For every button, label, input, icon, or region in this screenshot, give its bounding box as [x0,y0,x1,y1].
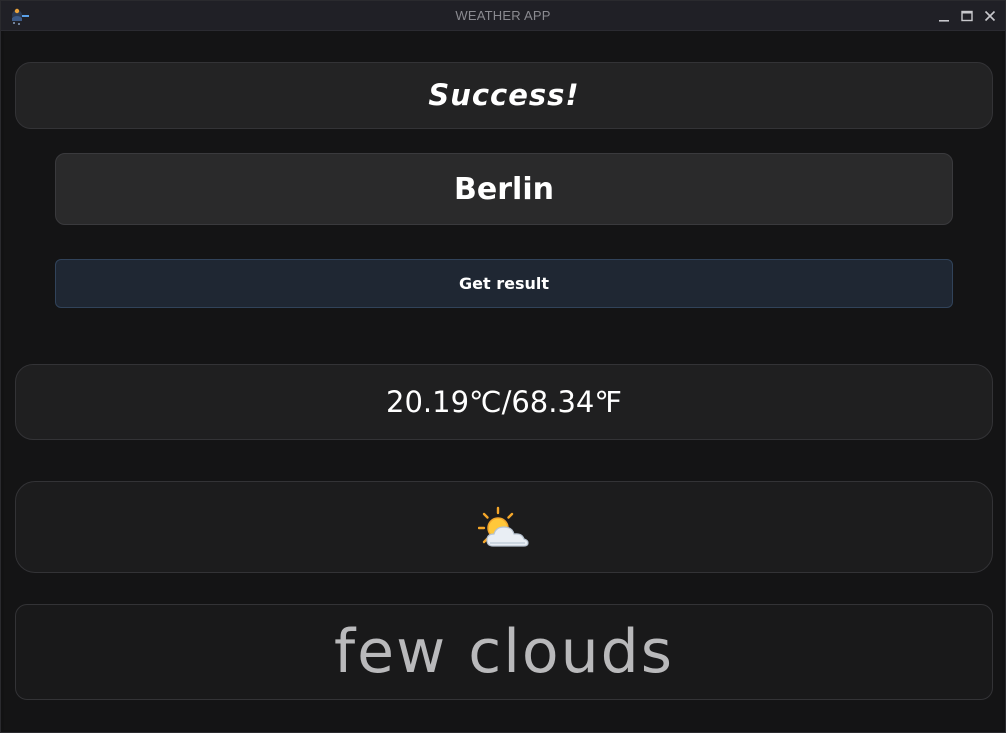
weather-description: few clouds [334,617,674,687]
app-window: WEATHER APP Success! Get result 20.19℃/6… [0,0,1006,733]
window-title: WEATHER APP [455,8,551,23]
main-content: Success! Get result 20.19℃/68.34℉ [4,31,1002,730]
description-panel: few clouds [15,604,993,700]
status-message: Success! [428,78,580,112]
sun-behind-cloud-icon [478,506,529,547]
minimize-icon[interactable] [937,9,951,23]
maximize-icon[interactable] [960,9,974,23]
city-input[interactable] [55,153,953,225]
title-bar[interactable]: WEATHER APP [1,1,1005,31]
status-panel: Success! [15,62,993,129]
weather-icon-panel [15,481,993,573]
close-icon[interactable] [983,9,997,23]
get-result-button[interactable]: Get result [55,259,953,308]
temperature-value: 20.19℃/68.34℉ [386,385,622,419]
temperature-panel: 20.19℃/68.34℉ [15,364,993,440]
